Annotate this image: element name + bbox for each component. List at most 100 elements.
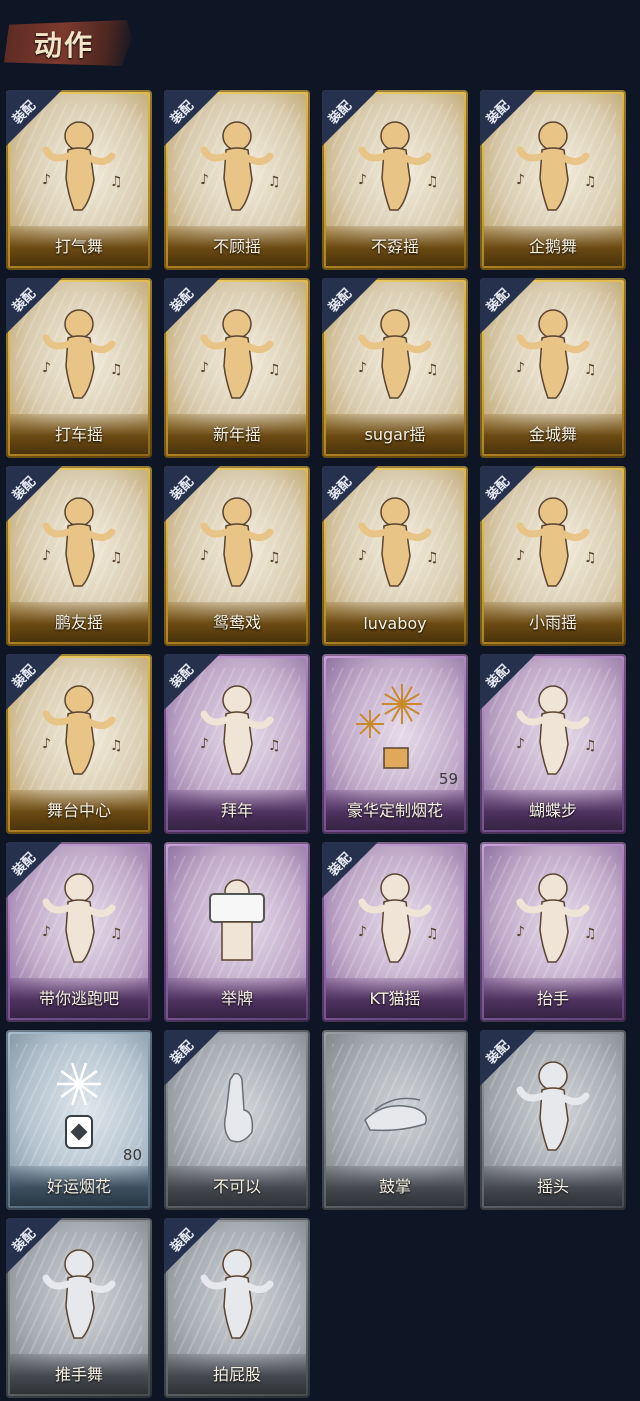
emote-card[interactable]: 举牌 xyxy=(164,842,310,1022)
emote-card[interactable]: ♪ ♫ 拜年 装配 xyxy=(164,654,310,834)
svg-text:♪: ♪ xyxy=(42,548,51,564)
emote-name: 打气舞 xyxy=(54,237,103,256)
emote-name: 推手舞 xyxy=(54,1365,103,1384)
emote-name: 拍屁股 xyxy=(212,1365,261,1384)
emote-card[interactable]: ♪ ♫ 不顾摇 装配 xyxy=(164,90,310,270)
fireworks-can-icon xyxy=(24,1050,134,1160)
emote-card[interactable]: 拍屁股 装配 xyxy=(164,1218,310,1398)
emote-card[interactable]: ♪ ♫ sugar摇 装配 xyxy=(322,278,468,458)
emote-name: 企鹅舞 xyxy=(528,237,577,256)
emote-name: 举牌 xyxy=(220,989,253,1008)
svg-text:♪: ♪ xyxy=(200,360,209,376)
svg-text:♫: ♫ xyxy=(426,926,439,942)
svg-text:♪: ♪ xyxy=(42,360,51,376)
emote-name: 小雨摇 xyxy=(528,613,577,632)
emote-name: 鹏友摇 xyxy=(54,613,103,632)
emote-card[interactable]: ♪ ♫ 带你逃跑吧 装配 xyxy=(6,842,152,1022)
svg-text:♫: ♫ xyxy=(584,738,597,754)
dance-figure-icon: ♪ ♫ xyxy=(498,674,608,784)
dance-figure-icon: ♪ ♫ xyxy=(182,110,292,220)
emote-name: 不可以 xyxy=(212,1177,261,1196)
raise-hand-figure-icon: ♪ ♫ xyxy=(498,862,608,972)
emote-name: 金城舞 xyxy=(528,425,577,444)
emote-card[interactable]: 59 豪华定制烟花 xyxy=(322,654,468,834)
svg-text:♫: ♫ xyxy=(584,174,597,190)
emote-card[interactable]: ♪ ♫ 打车摇 装配 xyxy=(6,278,152,458)
emote-card[interactable]: ♪ ♫ KT猫摇 装配 xyxy=(322,842,468,1022)
svg-text:♪: ♪ xyxy=(200,736,209,752)
emote-name: 鸳鸯戏 xyxy=(212,613,261,632)
bow-figure-icon: ♪ ♫ xyxy=(182,674,292,784)
svg-text:♪: ♪ xyxy=(516,548,525,564)
dance-figure-icon: ♪ ♫ xyxy=(340,486,450,596)
emote-card[interactable]: ♪ ♫ 蝴蝶步 装配 xyxy=(480,654,626,834)
push-dance-figure-icon xyxy=(24,1238,134,1348)
emote-card[interactable]: 不可以 装配 xyxy=(164,1030,310,1210)
emote-card[interactable]: ♪ ♫ 小雨摇 装配 xyxy=(480,466,626,646)
finger-wag-icon xyxy=(182,1050,292,1160)
svg-text:♪: ♪ xyxy=(516,360,525,376)
emote-card[interactable]: ♪ ♫ 打气舞 装配 xyxy=(6,90,152,270)
svg-text:♪: ♪ xyxy=(42,736,51,752)
svg-text:♪: ♪ xyxy=(516,736,525,752)
emote-name: 好运烟花 xyxy=(46,1177,111,1196)
emote-name: 舞台中心 xyxy=(46,801,111,820)
emote-card[interactable]: ♪ ♫ 不孬摇 装配 xyxy=(322,90,468,270)
dance-figure-icon: ♪ ♫ xyxy=(24,110,134,220)
emote-card[interactable]: ♪ ♫ 抬手 xyxy=(480,842,626,1022)
svg-text:♫: ♫ xyxy=(110,174,123,190)
svg-text:♪: ♪ xyxy=(42,924,51,940)
emote-name: 新年摇 xyxy=(212,425,261,444)
emote-name: luvaboy xyxy=(363,614,427,633)
emote-card[interactable]: ♪ ♫ 鸳鸯戏 装配 xyxy=(164,466,310,646)
svg-text:♪: ♪ xyxy=(42,172,51,188)
emote-card[interactable]: ♪ ♫ 金城舞 装配 xyxy=(480,278,626,458)
emote-card[interactable]: ♪ ♫ 新年摇 装配 xyxy=(164,278,310,458)
emote-name: 蝴蝶步 xyxy=(528,801,577,820)
dance-figure-icon: ♪ ♫ xyxy=(182,486,292,596)
emote-name: 不孬摇 xyxy=(370,237,419,256)
svg-text:♪: ♪ xyxy=(516,924,525,940)
svg-text:♪: ♪ xyxy=(516,172,525,188)
dance-figure-icon: ♪ ♫ xyxy=(24,298,134,408)
emote-card[interactable]: ♪ ♫ luvaboy 装配 xyxy=(322,466,468,646)
svg-text:♫: ♫ xyxy=(268,738,281,754)
item-count: 59 xyxy=(438,770,458,788)
emote-grid: ♪ ♫ 打气舞 装配 ♪ ♫ 不顾摇 装配 ♪ ♫ 不孬摇 装配 ♪ ♫ 企鹅舞 装配 ♪ ♫ 打车摇 装配 ♪ ♫ 新年摇… xyxy=(0,0,640,1401)
svg-text:♪: ♪ xyxy=(200,172,209,188)
svg-text:♫: ♫ xyxy=(110,926,123,942)
dance-figure-icon: ♪ ♫ xyxy=(498,110,608,220)
dance-figure-icon: ♪ ♫ xyxy=(24,862,134,972)
emote-name: 拜年 xyxy=(220,801,253,820)
svg-text:♪: ♪ xyxy=(358,172,367,188)
clap-hands-icon xyxy=(340,1050,450,1160)
emote-card[interactable]: ♪ ♫ 企鹅舞 装配 xyxy=(480,90,626,270)
emote-card[interactable]: 鼓掌 xyxy=(322,1030,468,1210)
emote-name: sugar摇 xyxy=(364,425,426,444)
dance-figure-icon: ♪ ♫ xyxy=(498,298,608,408)
pat-figure-icon xyxy=(182,1238,292,1348)
svg-text:♪: ♪ xyxy=(358,924,367,940)
svg-text:♫: ♫ xyxy=(110,738,123,754)
emote-name: 带你逃跑吧 xyxy=(38,989,119,1008)
svg-text:♪: ♪ xyxy=(200,548,209,564)
shake-head-figure-icon xyxy=(498,1050,608,1160)
emote-name: 摇头 xyxy=(536,1177,569,1196)
emote-card[interactable]: 推手舞 装配 xyxy=(6,1218,152,1398)
emote-card[interactable]: ♪ ♫ 鹏友摇 装配 xyxy=(6,466,152,646)
emote-name: 鼓掌 xyxy=(378,1177,411,1196)
svg-text:♪: ♪ xyxy=(358,548,367,564)
emote-card[interactable]: 80 好运烟花 xyxy=(6,1030,152,1210)
dance-figure-icon: ♪ ♫ xyxy=(182,298,292,408)
emote-name: 打车摇 xyxy=(54,425,103,444)
svg-text:♫: ♫ xyxy=(268,174,281,190)
item-count: 80 xyxy=(122,1146,142,1164)
emote-card[interactable]: 摇头 装配 xyxy=(480,1030,626,1210)
svg-text:♫: ♫ xyxy=(426,174,439,190)
svg-text:♫: ♫ xyxy=(584,362,597,378)
emote-card[interactable]: ♪ ♫ 舞台中心 装配 xyxy=(6,654,152,834)
svg-text:♫: ♫ xyxy=(426,550,439,566)
emote-name: 不顾摇 xyxy=(212,237,261,256)
dance-figure-icon: ♪ ♫ xyxy=(340,298,450,408)
dance-figure-icon: ♪ ♫ xyxy=(24,674,134,784)
